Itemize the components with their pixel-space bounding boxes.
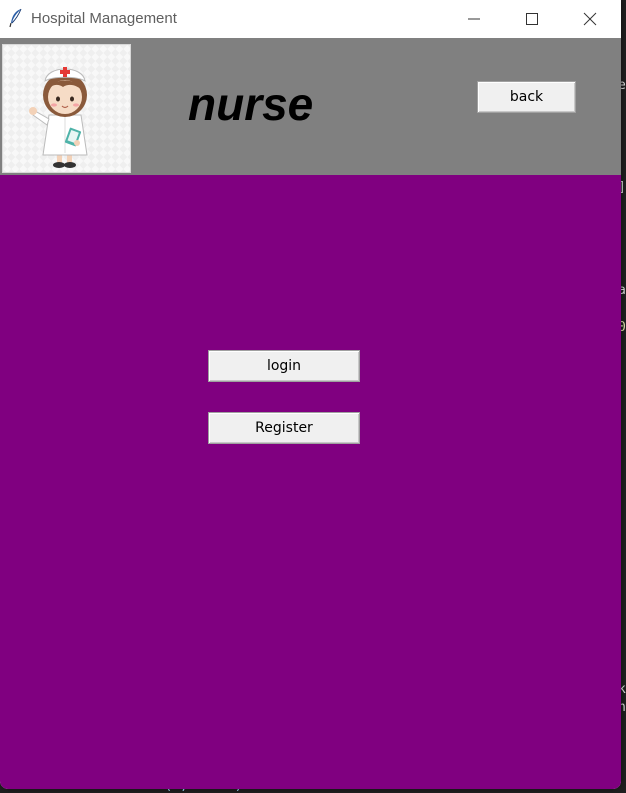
feather-icon (9, 8, 23, 28)
app-window: Hospital Management nurse back login Reg… (0, 0, 621, 789)
nurse-avatar-icon (29, 67, 88, 168)
close-icon (583, 12, 597, 26)
minimize-icon (468, 18, 480, 20)
register-button[interactable]: Register (208, 412, 360, 444)
maximize-button[interactable] (503, 0, 561, 38)
title-bar: Hospital Management (0, 0, 621, 38)
back-button[interactable]: back (477, 81, 576, 113)
minimize-button[interactable] (445, 0, 503, 38)
main-content: login Register (0, 175, 621, 789)
header-banner: nurse back (0, 38, 621, 175)
close-button[interactable] (561, 0, 619, 38)
nurse-avatar (2, 44, 131, 173)
window-title: Hospital Management (31, 10, 177, 27)
maximize-icon (526, 13, 538, 25)
page-title: nurse (188, 78, 314, 130)
login-button[interactable]: login (208, 350, 360, 382)
